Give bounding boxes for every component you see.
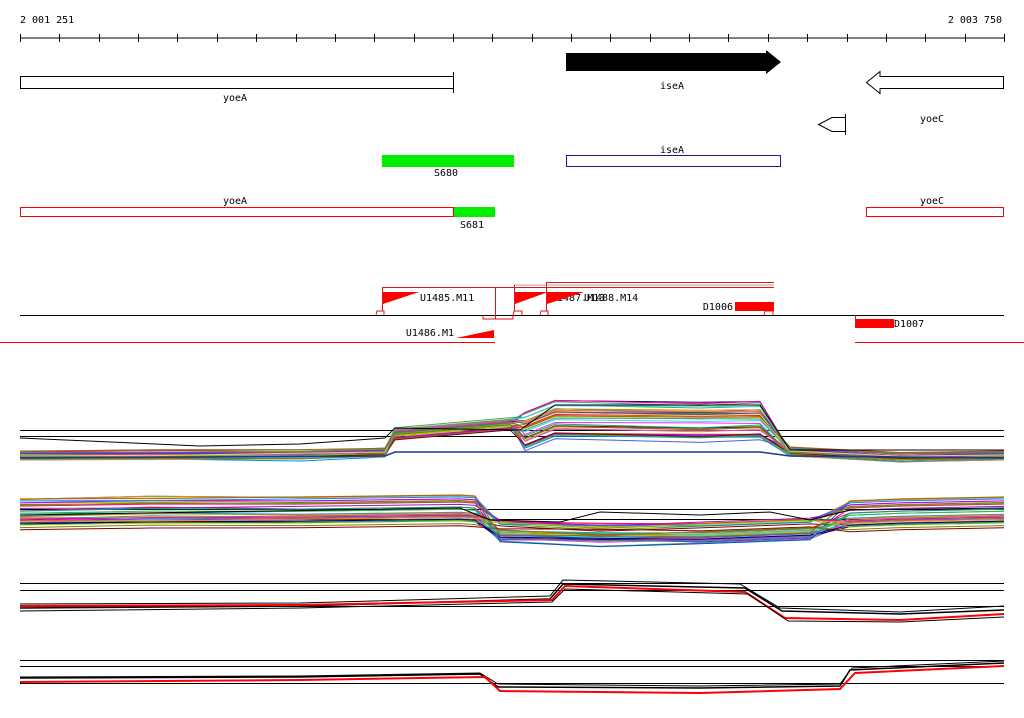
transcript-yoeA-box[interactable] — [20, 207, 454, 217]
feature-u1488-label: U1488.M14 — [584, 293, 638, 304]
feature-track: U1485.M11 U1487.M13 U1488.M14 D1006 U148… — [0, 282, 1024, 343]
feature-connector — [763, 310, 774, 316]
feature-d1007-label: D1007 — [894, 319, 924, 330]
transcript-yoeC-box[interactable] — [866, 207, 1004, 217]
expression-profiles — [19, 399, 1005, 695]
transcript-iseA-label: iseA — [660, 145, 684, 156]
feature-u1486-flag[interactable] — [456, 330, 494, 338]
segment-s681-bar[interactable] — [454, 207, 495, 217]
transcript-yoeC-label: yoeC — [920, 196, 944, 207]
genome-browser: 2 001 251 2 003 750 yoeA iseA yoeC S680 … — [0, 0, 1024, 714]
gene-small-arrow[interactable] — [817, 117, 846, 132]
coordinate-ruler: 2 001 251 2 003 750 — [20, 15, 1005, 42]
gene-yoeA-box[interactable] — [20, 76, 454, 89]
transcript-iseA-box[interactable] — [566, 155, 781, 167]
segment-s680-label: S680 — [434, 168, 458, 179]
feature-d1007-bar[interactable] — [856, 319, 894, 328]
gene-annotation-track: yoeA iseA yoeC — [20, 50, 1004, 135]
feature-d1006-label: D1006 — [703, 302, 733, 313]
ruler-end-label: 2 003 750 — [948, 15, 1002, 26]
segment-s680-bar[interactable] — [382, 155, 514, 167]
feature-u1485-label: U1485.M11 — [420, 293, 474, 304]
feature-u1487-flag[interactable] — [515, 292, 548, 304]
transcript-yoeA-label: yoeA — [223, 196, 247, 207]
feature-u1485-flag[interactable] — [383, 292, 419, 304]
feature-connector — [375, 310, 385, 316]
gene-iseA-label: iseA — [660, 81, 684, 92]
segment-s681-label: S681 — [460, 220, 484, 231]
feature-connector — [512, 310, 523, 316]
feature-u1486-label: U1486.M1 — [406, 328, 454, 339]
gene-iseA-arrow[interactable] — [566, 50, 781, 74]
gene-yoeA-label: yoeA — [223, 93, 247, 104]
segment-track: S680 iseA yoeA S681 yoeC — [20, 145, 1004, 231]
gene-yoeC-arrow[interactable] — [865, 70, 1004, 95]
genome-track-canvas: 2 001 251 2 003 750 yoeA iseA yoeC S680 … — [0, 15, 1024, 695]
feature-connector — [539, 310, 549, 316]
gene-yoeC-label: yoeC — [920, 114, 944, 125]
ruler-start-label: 2 001 251 — [20, 15, 74, 26]
feature-d1006-bar[interactable] — [735, 302, 774, 311]
